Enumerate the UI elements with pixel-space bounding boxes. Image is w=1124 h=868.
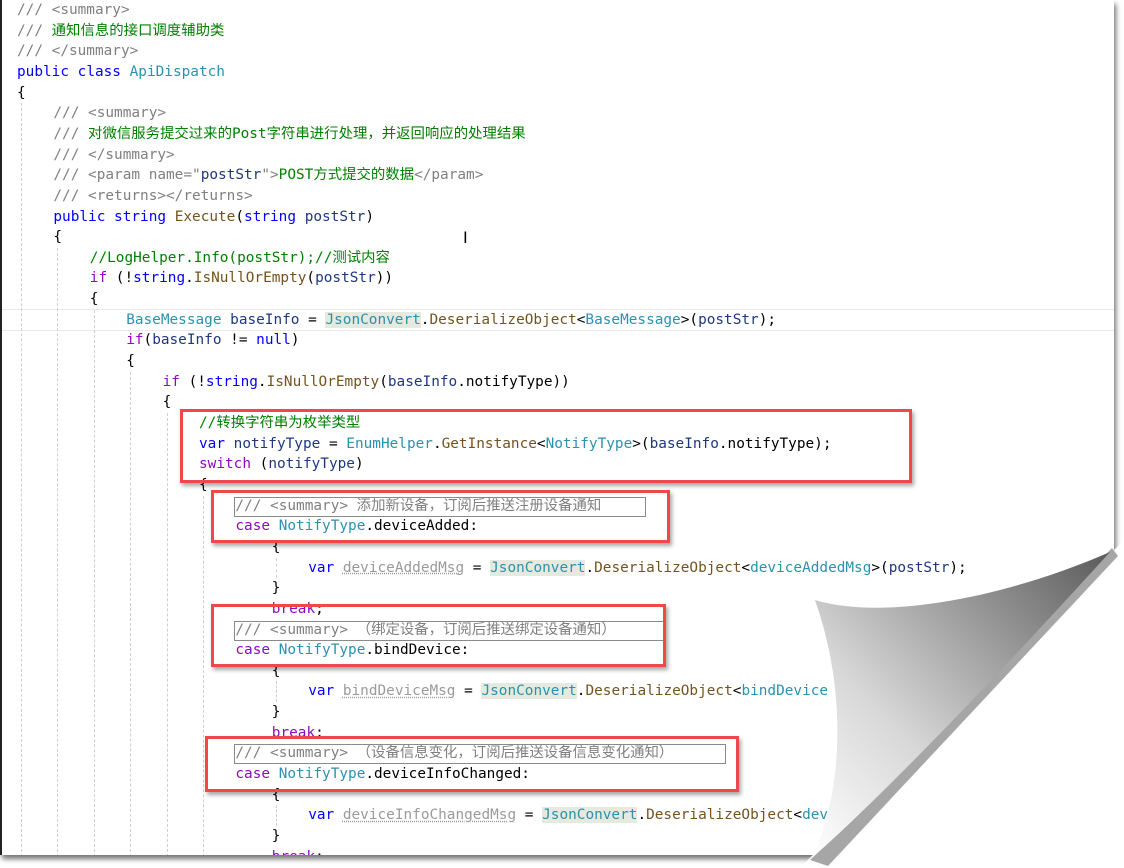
page-curl-effect — [800, 540, 1124, 868]
